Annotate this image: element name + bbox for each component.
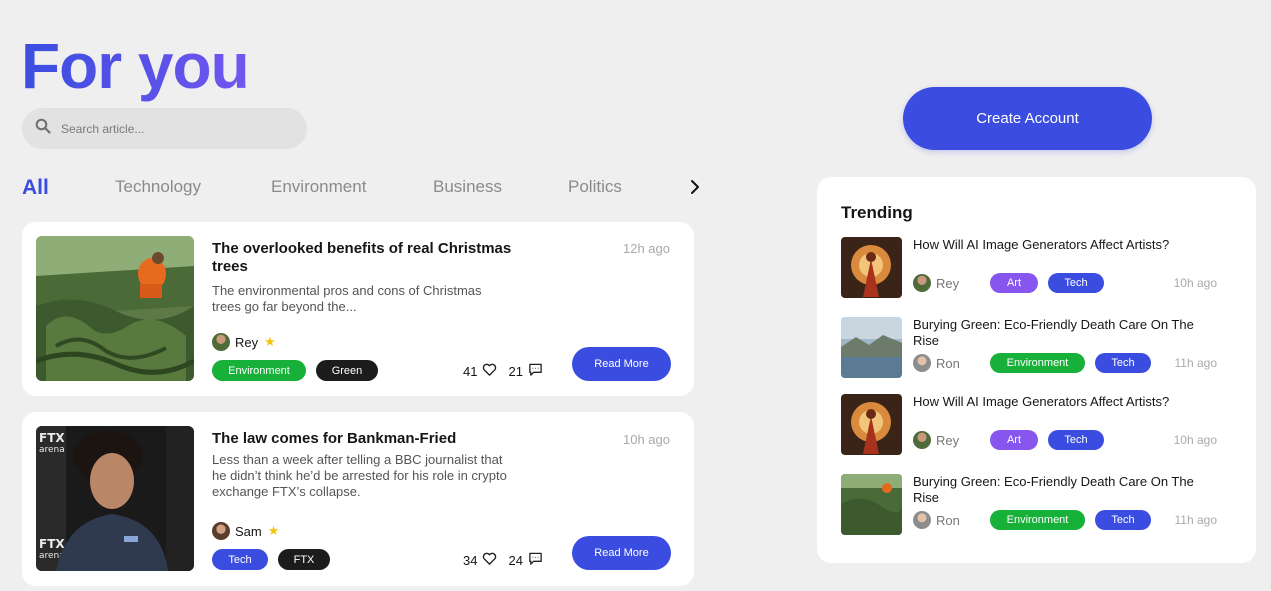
trending-tags: Art Tech xyxy=(990,430,1104,450)
trending-image xyxy=(841,394,902,455)
article-excerpt: Less than a week after telling a BBC jou… xyxy=(212,452,507,499)
author-name: Ron xyxy=(936,355,960,371)
article-card[interactable]: The overlooked benefits of real Christma… xyxy=(22,222,694,396)
trending-item[interactable]: Burying Green: Eco-Friendly Death Care O… xyxy=(841,474,1233,536)
read-more-button[interactable]: Read More xyxy=(572,347,671,381)
article-image xyxy=(36,236,194,381)
author-name: Rey xyxy=(936,275,960,291)
trending-time: 10h ago xyxy=(1173,433,1217,447)
image-text: arena xyxy=(39,445,65,455)
comment-count: 24 xyxy=(508,552,523,568)
trending-time: 10h ago xyxy=(1173,276,1217,290)
tag-ftx[interactable]: FTX xyxy=(278,549,330,570)
trending-tags: Environment Tech xyxy=(990,510,1151,530)
trending-item[interactable]: Burying Green: Eco-Friendly Death Care O… xyxy=(841,317,1233,379)
tag-environment[interactable]: Environment xyxy=(990,510,1085,530)
search-input[interactable] xyxy=(61,121,281,136)
tag-tech[interactable]: Tech xyxy=(1048,273,1104,293)
article-tags: Tech FTX xyxy=(212,549,330,570)
article-stats: 41 21 xyxy=(463,362,543,380)
tab-technology[interactable]: Technology xyxy=(115,172,201,202)
trending-item[interactable]: How Will AI Image Generators Affect Arti… xyxy=(841,394,1233,456)
like-count: 41 xyxy=(463,363,478,379)
trending-author: Rey xyxy=(913,274,959,292)
author-name: Rey xyxy=(936,432,960,448)
tag-tech[interactable]: Tech xyxy=(212,549,268,570)
trending-author: Rey xyxy=(913,431,959,449)
article-time: 10h ago xyxy=(623,432,670,447)
trending-author: Ron xyxy=(913,511,960,529)
like-count: 34 xyxy=(463,552,478,568)
search-icon xyxy=(35,118,51,139)
article-title[interactable]: The law comes for Bankman-Fried xyxy=(212,430,512,448)
tab-business[interactable]: Business xyxy=(433,172,502,202)
trending-title[interactable]: Burying Green: Eco-Friendly Death Care O… xyxy=(913,317,1203,348)
comment-icon[interactable] xyxy=(528,362,543,380)
trending-heading: Trending xyxy=(841,203,913,222)
tag-art[interactable]: Art xyxy=(990,430,1038,450)
author-name: Sam xyxy=(235,523,262,539)
tag-green[interactable]: Green xyxy=(316,360,378,381)
article-excerpt: The environmental pros and cons of Chris… xyxy=(212,283,482,314)
tab-all[interactable]: All xyxy=(22,173,49,203)
trending-title[interactable]: How Will AI Image Generators Affect Arti… xyxy=(913,237,1203,253)
article-tags: Environment Green xyxy=(212,360,378,381)
image-text: FTX xyxy=(39,431,65,445)
article-author[interactable]: Rey ★ xyxy=(212,333,276,351)
article-image: FTX arena FTX arena xyxy=(36,426,194,571)
create-account-button[interactable]: Create Account xyxy=(903,87,1152,150)
tag-environment[interactable]: Environment xyxy=(212,360,306,381)
read-more-button[interactable]: Read More xyxy=(572,536,671,570)
trending-image xyxy=(841,317,902,378)
trending-title[interactable]: Burying Green: Eco-Friendly Death Care O… xyxy=(913,474,1203,505)
avatar xyxy=(913,274,931,292)
star-icon: ★ xyxy=(264,334,276,349)
article-title[interactable]: The overlooked benefits of real Christma… xyxy=(212,240,512,276)
avatar xyxy=(913,431,931,449)
tab-politics[interactable]: Politics xyxy=(568,172,622,202)
trending-image xyxy=(841,474,902,535)
article-time: 12h ago xyxy=(623,241,670,256)
heart-icon[interactable] xyxy=(482,551,497,569)
tab-environment[interactable]: Environment xyxy=(271,172,366,202)
trending-author: Ron xyxy=(913,354,960,372)
author-name: Ron xyxy=(936,512,960,528)
trending-time: 11h ago xyxy=(1174,513,1218,527)
trending-image xyxy=(841,237,902,298)
author-name: Rey xyxy=(235,334,259,350)
trending-tags: Art Tech xyxy=(990,273,1104,293)
article-stats: 34 24 xyxy=(463,551,543,569)
page-title: For you xyxy=(21,30,250,102)
heart-icon[interactable] xyxy=(482,362,497,380)
article-card[interactable]: FTX arena FTX arena The law comes for Ba… xyxy=(22,412,694,586)
tag-tech[interactable]: Tech xyxy=(1095,353,1151,373)
trending-item[interactable]: How Will AI Image Generators Affect Arti… xyxy=(841,237,1233,299)
comment-count: 21 xyxy=(508,363,523,379)
chevron-right-icon[interactable] xyxy=(686,178,704,196)
avatar xyxy=(913,511,931,529)
tag-environment[interactable]: Environment xyxy=(990,353,1085,373)
trending-tags: Environment Tech xyxy=(990,353,1151,373)
trending-time: 11h ago xyxy=(1174,356,1218,370)
comment-icon[interactable] xyxy=(528,551,543,569)
trending-panel: Trending How Will AI Image Generators Af… xyxy=(817,177,1256,563)
star-icon: ★ xyxy=(267,523,280,538)
article-author[interactable]: Sam ★ xyxy=(212,522,279,540)
tag-art[interactable]: Art xyxy=(990,273,1038,293)
category-tabs: All Technology Environment Business Poli… xyxy=(22,172,702,202)
avatar xyxy=(212,522,230,540)
avatar xyxy=(913,354,931,372)
tag-tech[interactable]: Tech xyxy=(1095,510,1151,530)
trending-title[interactable]: How Will AI Image Generators Affect Arti… xyxy=(913,394,1203,410)
avatar xyxy=(212,333,230,351)
image-text: FTX xyxy=(39,537,65,551)
search-bar[interactable] xyxy=(22,108,307,149)
tag-tech[interactable]: Tech xyxy=(1048,430,1104,450)
